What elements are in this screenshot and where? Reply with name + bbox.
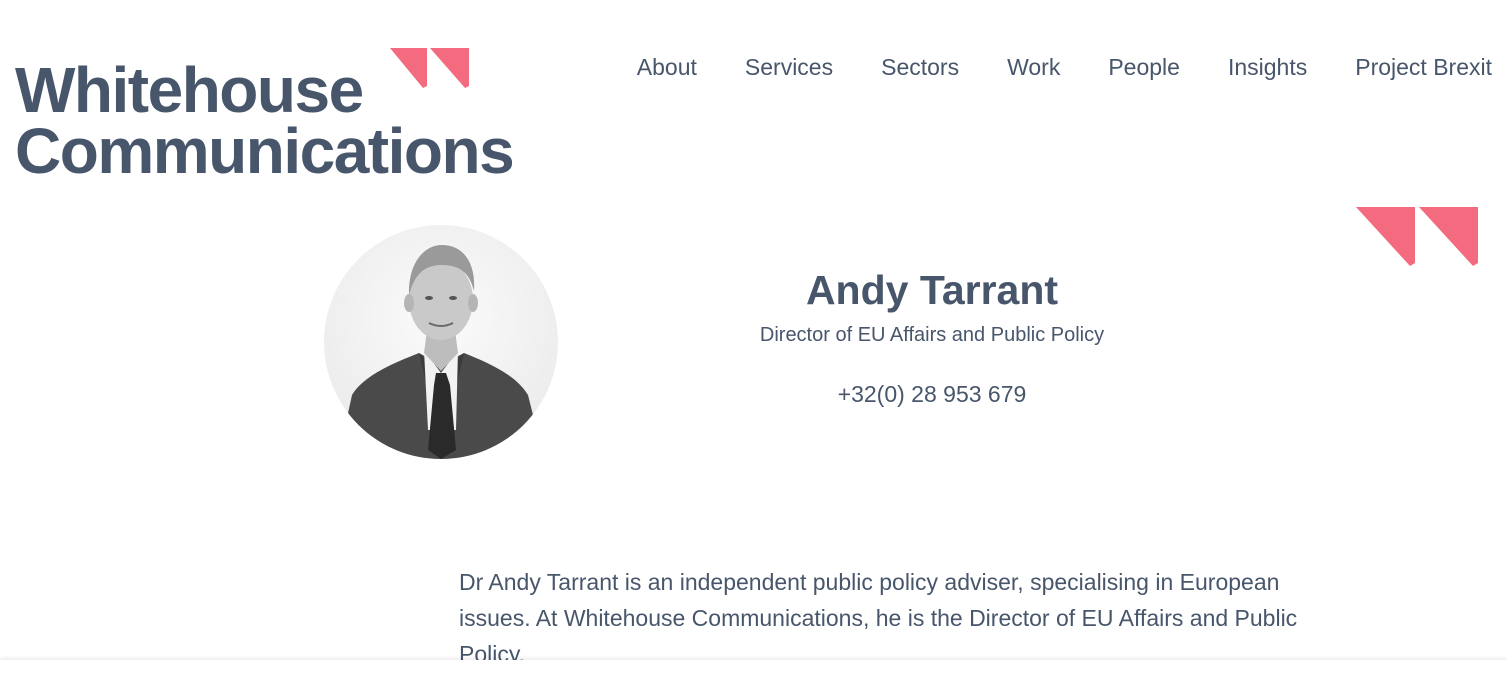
quote-marks-icon: [390, 48, 469, 88]
main-nav: About Services Sectors Work People Insig…: [637, 50, 1492, 84]
profile-photo: [324, 225, 558, 459]
quote-marks-icon: [1356, 207, 1478, 266]
nav-item-people[interactable]: People: [1108, 50, 1180, 84]
nav-item-work[interactable]: Work: [1007, 50, 1060, 84]
bio-text: Dr Andy Tarrant is an independent public…: [459, 569, 1298, 667]
nav-item-services[interactable]: Services: [745, 50, 833, 84]
phone-link[interactable]: +32(0) 28 953 679: [632, 379, 1232, 409]
portrait-illustration: [338, 245, 544, 459]
nav-item-about[interactable]: About: [637, 50, 697, 84]
nav-item-insights[interactable]: Insights: [1228, 50, 1307, 84]
nav-item-project-brexit[interactable]: Project Brexit: [1355, 50, 1492, 84]
person-role: Director of EU Affairs and Public Policy: [759, 324, 1105, 346]
nav-item-sectors[interactable]: Sectors: [881, 50, 959, 84]
viewport-bottom-edge: [0, 660, 1507, 677]
page: Whitehouse Communications About Services…: [0, 0, 1507, 677]
person-name: Andy Tarrant: [805, 267, 1059, 313]
logo-text-line-1: Whitehouse: [15, 54, 364, 126]
site-logo[interactable]: Whitehouse Communications: [15, 44, 515, 184]
logo-text-line-2: Communications: [15, 115, 515, 187]
